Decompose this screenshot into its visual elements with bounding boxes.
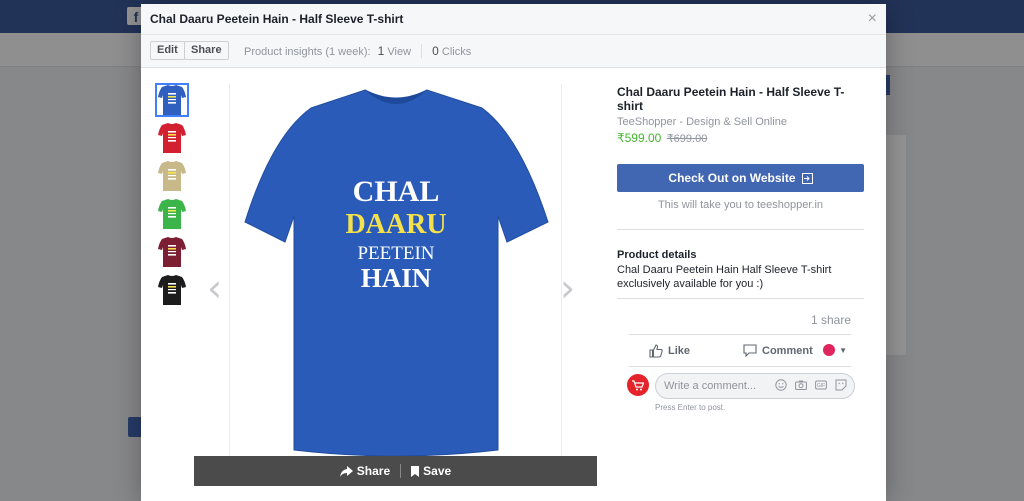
modal-toolbar: Edit Share Product insights (1 week): 1 …	[141, 35, 886, 68]
emoji-icon[interactable]	[775, 379, 787, 391]
product-details-panel: Chal Daaru Peetein Hain - Half Sleeve T-…	[617, 84, 864, 299]
price: ₹599.00 ₹699.00	[617, 131, 864, 145]
thumbnail-item[interactable]	[155, 121, 189, 155]
views-count: 1	[377, 44, 385, 58]
image-save-button[interactable]: Save	[411, 464, 451, 478]
thumbnail-item[interactable]	[155, 159, 189, 193]
comment-label: Comment	[762, 344, 813, 357]
avatar	[627, 374, 649, 396]
share-button[interactable]: Share	[184, 41, 229, 60]
thumbs-up-icon	[649, 343, 663, 358]
divider	[617, 298, 864, 299]
prev-image-arrow-icon[interactable]: ‹	[207, 266, 222, 310]
views-label: View	[387, 46, 412, 58]
next-image-arrow-icon[interactable]: ›	[560, 266, 575, 310]
comment-button[interactable]: Comment	[743, 344, 813, 357]
product-title: Chal Daaru Peetein Hain - Half Sleeve T-…	[617, 85, 845, 113]
tshirt-image: CHAL DAARU PEETEIN HAIN	[244, 89, 549, 457]
press-enter-hint: Press Enter to post.	[655, 403, 726, 412]
reaction-selector[interactable]: ▼	[823, 344, 847, 356]
product-image-area: CHAL DAARU PEETEIN HAIN	[229, 84, 562, 457]
like-label: Like	[668, 344, 691, 357]
close-icon[interactable]: ×	[868, 10, 877, 28]
page-avatar-icon	[823, 344, 836, 356]
clicks-count: 0	[432, 44, 439, 58]
tshirt-thumbnail-icon	[158, 161, 186, 191]
checkout-label: Check Out on Website	[668, 171, 796, 185]
thumbnail-item[interactable]	[155, 197, 189, 231]
bookmark-icon	[411, 465, 420, 477]
svg-text:GIF: GIF	[817, 383, 825, 389]
comment-bubble-icon	[743, 344, 757, 357]
thumbnail-list	[155, 83, 189, 311]
tshirt-thumbnail-icon	[158, 237, 186, 267]
print-line-4: HAIN	[361, 263, 432, 293]
product-insights: Product insights (1 week): 1 View 0 Clic…	[244, 44, 471, 58]
tshirt-thumbnail-icon	[158, 123, 186, 153]
chevron-down-icon: ▼	[839, 345, 847, 355]
image-save-label: Save	[423, 464, 452, 478]
image-share-button[interactable]: Share	[339, 464, 391, 478]
checkout-button[interactable]: Check Out on Website	[617, 164, 864, 192]
image-action-bar: Share Save	[194, 456, 597, 486]
shopping-cart-icon	[632, 379, 644, 390]
modal-title: Chal Daaru Peetein Hain - Half Sleeve T-…	[150, 12, 404, 26]
engagement-actions: Like Comment ▼	[629, 334, 851, 367]
print-line-3: PEETEIN	[357, 243, 434, 264]
tshirt-thumbnail-icon	[158, 275, 186, 305]
checkout-note: This will take you to teeshopper.in	[657, 199, 824, 211]
share-count[interactable]: 1 share	[615, 313, 851, 327]
tshirt-thumbnail-icon	[158, 85, 186, 115]
print-line-2: DAARU	[345, 209, 446, 240]
thumbnail-item[interactable]	[155, 273, 189, 307]
thumbnail-item[interactable]	[155, 235, 189, 269]
comment-composer: Write a comment... GIF	[627, 373, 855, 399]
divider	[421, 44, 423, 58]
modal-header: Chal Daaru Peetein Hain - Half Sleeve T-…	[141, 4, 886, 35]
print-line-1: CHAL	[353, 175, 440, 208]
sticker-icon[interactable]	[835, 379, 847, 391]
edit-button[interactable]: Edit	[150, 41, 185, 60]
details-heading: Product details	[617, 249, 697, 261]
seller-name[interactable]: TeeShopper - Design & Sell Online	[617, 116, 864, 128]
current-price: ₹599.00	[617, 131, 662, 145]
thumbnail-item[interactable]	[155, 83, 189, 117]
clicks-label: Clicks	[441, 46, 472, 58]
image-share-label: Share	[356, 464, 391, 478]
like-button[interactable]: Like	[649, 343, 691, 358]
camera-icon[interactable]	[795, 379, 807, 391]
comment-tools: GIF	[775, 379, 847, 391]
product-modal: Chal Daaru Peetein Hain - Half Sleeve T-…	[141, 4, 886, 501]
details-text: Chal Daaru Peetein Hain Half Sleeve T-sh…	[617, 264, 832, 290]
share-arrow-icon	[339, 465, 353, 477]
external-link-icon	[801, 172, 813, 184]
insights-label: Product insights (1 week):	[244, 46, 371, 58]
tshirt-thumbnail-icon	[158, 199, 186, 229]
original-price: ₹699.00	[666, 133, 708, 145]
divider	[400, 464, 402, 478]
gif-icon[interactable]: GIF	[815, 379, 827, 391]
divider	[617, 229, 864, 230]
